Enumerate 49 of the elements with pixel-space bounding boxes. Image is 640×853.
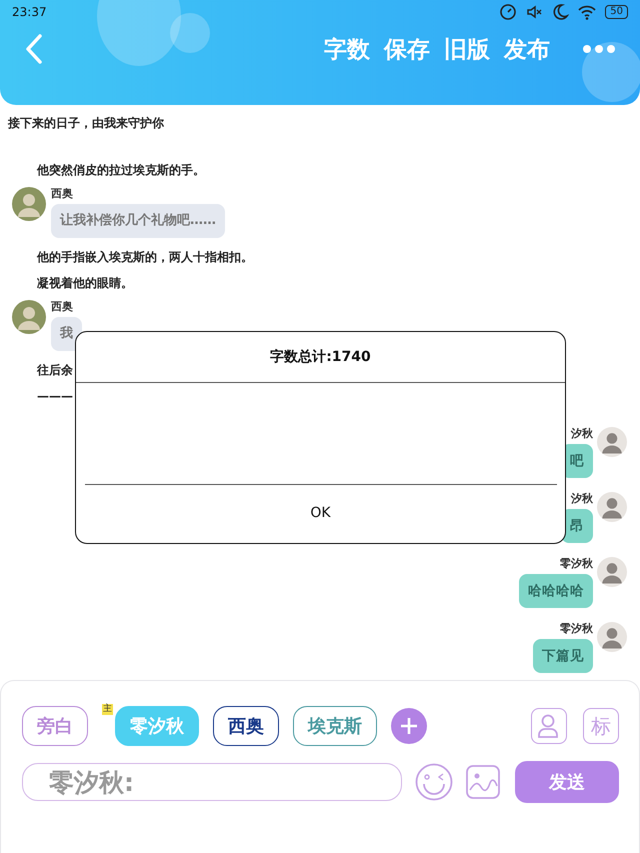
more-icon[interactable]: [582, 44, 616, 54]
send-button[interactable]: 发送: [515, 761, 619, 803]
speaker-name: 汐秋: [571, 492, 593, 506]
chapter-title: 接下来的日子，由我来守护你: [6, 115, 165, 131]
character-chip[interactable]: 埃克斯: [293, 706, 377, 746]
message-input[interactable]: 零汐秋:: [22, 763, 402, 801]
message-bubble: 哈哈哈哈: [519, 574, 593, 608]
avatar: [597, 492, 627, 522]
status-time: 23:37: [12, 5, 47, 19]
speaker-name: 汐秋: [571, 427, 593, 441]
role-badge: 主: [102, 704, 113, 715]
header-action[interactable]: 旧版: [444, 34, 490, 64]
character-chip[interactable]: 零汐秋: [115, 706, 199, 746]
character-chip[interactable]: 旁白: [22, 706, 88, 746]
avatar: [597, 622, 627, 652]
narration-text: ———: [36, 388, 74, 405]
speaker-name: 零汐秋: [560, 557, 593, 571]
add-button[interactable]: [391, 708, 427, 744]
speaker-name: 零汐秋: [560, 622, 593, 636]
message-bubble: 让我补偿你几个礼物吧……: [51, 204, 225, 238]
header-action[interactable]: 发布: [504, 34, 550, 64]
emoji-icon[interactable]: [415, 763, 453, 801]
message-bubble: 下篇见: [533, 639, 593, 673]
battery-icon: 50: [605, 5, 628, 19]
header-action[interactable]: 保存: [384, 34, 430, 64]
plus-icon: [400, 717, 418, 735]
avatar: [597, 427, 627, 457]
message-bubble: 我: [51, 317, 82, 351]
speaker-name: 西奥: [51, 300, 73, 314]
speaker-name: 西奥: [51, 187, 73, 201]
avatar: [12, 187, 46, 221]
timer-icon: [499, 3, 518, 21]
wifi-icon: [577, 3, 598, 21]
mute-icon: [525, 3, 544, 21]
label-button[interactable]: 标: [583, 708, 619, 744]
header-action[interactable]: 字数: [324, 34, 370, 64]
character-chip[interactable]: 西奥: [213, 706, 279, 746]
image-icon[interactable]: [466, 765, 500, 799]
avatar: [12, 300, 46, 334]
bubble-decoration: [582, 42, 640, 102]
narration-text: 凝视着他的眼睛。: [36, 275, 134, 292]
narration-text: 他突然俏皮的拉过埃克斯的手。: [36, 162, 206, 179]
avatar: [597, 557, 627, 587]
back-icon[interactable]: [24, 33, 44, 65]
moon-icon: [551, 3, 570, 21]
narration-text: 往后余: [36, 362, 74, 379]
person-icon[interactable]: [531, 708, 567, 744]
dialog-title: 字数总计:1740: [270, 348, 371, 367]
narration-text: 他的手指嵌入埃克斯的，两人十指相扣。: [36, 249, 254, 266]
